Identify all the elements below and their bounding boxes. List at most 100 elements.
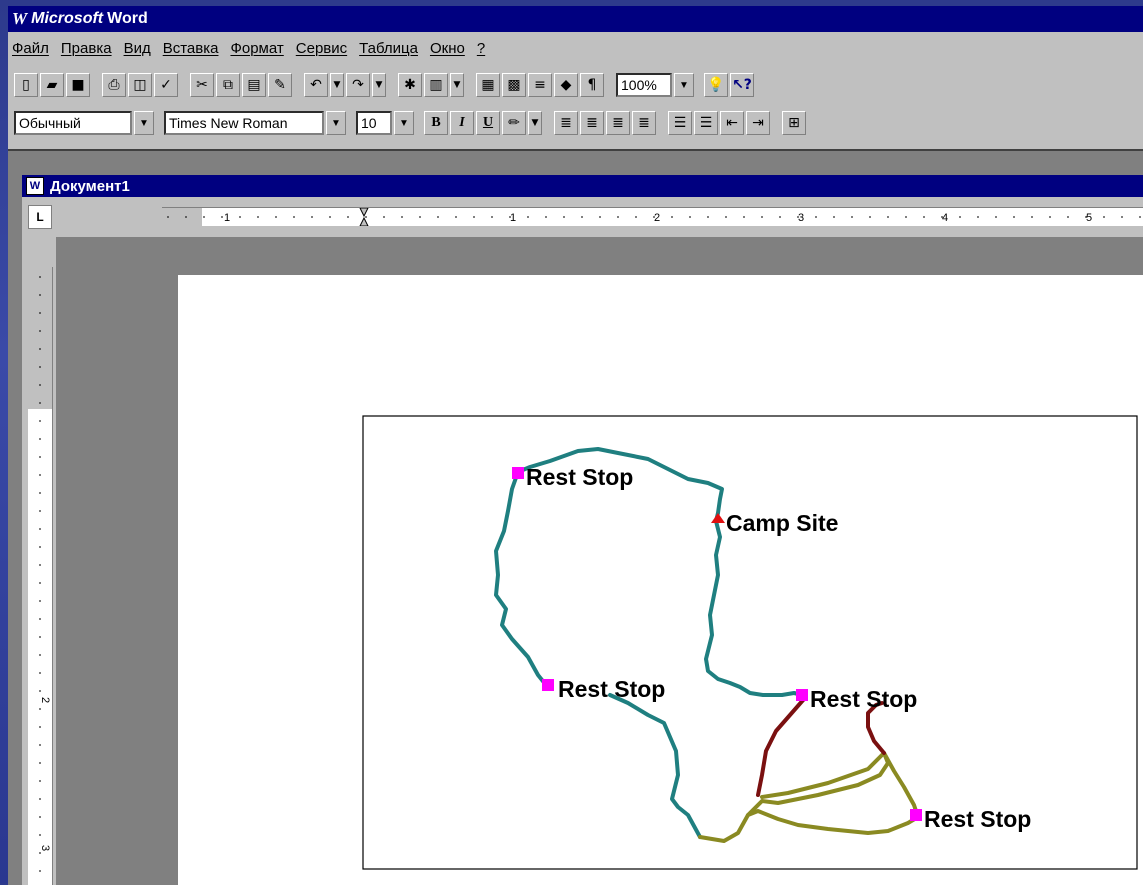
italic-label: I bbox=[459, 115, 465, 130]
show-marks-icon[interactable]: ¶ bbox=[580, 73, 604, 97]
address-book-icon[interactable]: ▥ bbox=[424, 73, 448, 97]
rest-stop-marker-icon bbox=[512, 467, 524, 479]
justify-icon[interactable]: ≣ bbox=[632, 111, 656, 135]
style-select[interactable]: Обычный bbox=[14, 111, 132, 135]
highlight-icon[interactable]: ✏ bbox=[502, 111, 526, 135]
align-center-icon[interactable]: ≣ bbox=[580, 111, 604, 135]
title-bar: W Microsoft Word bbox=[8, 6, 1143, 32]
h-ruler-label: 4 bbox=[942, 212, 948, 224]
paste-icon[interactable]: ▤ bbox=[242, 73, 266, 97]
increase-indent-icon[interactable]: ⇥ bbox=[746, 111, 770, 135]
h-ruler-label: 2 bbox=[654, 212, 660, 224]
autotext-icon[interactable]: ✱ bbox=[398, 73, 422, 97]
menu-help[interactable]: ? bbox=[477, 40, 485, 57]
menu-tools[interactable]: Сервис bbox=[296, 40, 347, 57]
print-icon[interactable]: ⎙ bbox=[102, 73, 126, 97]
horizontal-ruler: L 1 1 2 3 4 5 bbox=[22, 199, 1143, 237]
format-painter-icon[interactable]: ✎ bbox=[268, 73, 292, 97]
tip-wizard-icon[interactable]: 💡 bbox=[704, 73, 728, 97]
insert-table-icon[interactable]: ▦ bbox=[476, 73, 500, 97]
font-value: Times New Roman bbox=[169, 115, 288, 131]
bold-label: B bbox=[431, 115, 441, 130]
copy-icon[interactable]: ⧉ bbox=[216, 73, 240, 97]
zoom-dropdown-icon[interactable]: ▼ bbox=[674, 73, 694, 97]
bullets-icon[interactable]: ☰ bbox=[694, 111, 718, 135]
style-value: Обычный bbox=[19, 115, 81, 131]
redo-dropdown-icon[interactable]: ▼ bbox=[372, 73, 386, 97]
rest-stop-marker-icon bbox=[910, 809, 922, 821]
save-icon[interactable]: ■ bbox=[66, 73, 90, 97]
vruler-ticks: 2 3 bbox=[39, 276, 51, 872]
underline-label: U bbox=[482, 115, 494, 130]
menu-view[interactable]: Вид bbox=[124, 40, 151, 57]
italic-button[interactable]: I bbox=[450, 111, 474, 135]
rest-stop-marker-icon bbox=[542, 679, 554, 691]
menu-format[interactable]: Формат bbox=[230, 40, 283, 57]
document-title: Документ1 bbox=[50, 177, 130, 195]
h-ruler-label: 1 bbox=[510, 212, 516, 224]
font-dropdown-icon[interactable]: ▼ bbox=[326, 111, 346, 135]
map-frame bbox=[362, 415, 1138, 870]
undo-icon[interactable]: ↶ bbox=[304, 73, 328, 97]
highlight-dropdown-icon[interactable]: ▼ bbox=[528, 111, 542, 135]
zoom-value: 100% bbox=[621, 77, 657, 93]
font-size-value: 10 bbox=[361, 115, 377, 131]
underline-button[interactable]: U bbox=[476, 111, 500, 135]
menu-insert[interactable]: Вставка bbox=[163, 40, 219, 57]
open-folder-icon[interactable]: ▰ bbox=[40, 73, 64, 97]
v-ruler-label: 2 bbox=[39, 697, 51, 703]
zoom-input[interactable]: 100% bbox=[616, 73, 672, 97]
size-dropdown-icon[interactable]: ▼ bbox=[394, 111, 414, 135]
help-pointer-icon[interactable]: ↖? bbox=[730, 73, 754, 97]
mdi-workspace: W Документ1 L 1 1 2 3 4 5 2 3 Rest Stop … bbox=[8, 149, 1143, 885]
rest-stop-label: Rest Stop bbox=[526, 464, 633, 490]
ruler-strip[interactable]: 1 1 2 3 4 5 bbox=[162, 207, 1143, 226]
h-ruler-label: 5 bbox=[1086, 212, 1092, 224]
bold-button[interactable]: B bbox=[424, 111, 448, 135]
title-brand: Microsoft bbox=[31, 10, 104, 27]
rest-stop-label: Rest Stop bbox=[810, 686, 917, 712]
align-left-icon[interactable]: ≣ bbox=[554, 111, 578, 135]
menu-edit[interactable]: Правка bbox=[61, 40, 112, 57]
vertical-ruler[interactable]: 2 3 bbox=[28, 267, 53, 885]
borders-icon[interactable]: ⊞ bbox=[782, 111, 806, 135]
standard-toolbar: ▯ ▰ ■ ⎙ ◫ ✓ ✂ ⧉ ▤ ✎ ↶ ▼ ↷ ▼ ✱ ▥ ▼ ▦ ▩ ≡ … bbox=[8, 68, 1143, 102]
align-right-icon[interactable]: ≣ bbox=[606, 111, 630, 135]
formatting-toolbar: Обычный ▼ Times New Roman ▼ 10 ▼ B I U ✏… bbox=[8, 106, 1143, 140]
menu-file[interactable]: Файл bbox=[12, 40, 49, 57]
trail-map-drawing[interactable]: Rest Stop Camp Site Rest Stop Rest Stop … bbox=[178, 275, 1143, 885]
ruler-ticks: 1 1 2 3 4 5 bbox=[167, 208, 1141, 226]
insert-excel-icon[interactable]: ▩ bbox=[502, 73, 526, 97]
h-ruler-label: 3 bbox=[798, 212, 804, 224]
word-logo-icon: W bbox=[12, 9, 28, 28]
tab-selector-icon[interactable]: L bbox=[28, 205, 52, 229]
font-size-select[interactable]: 10 bbox=[356, 111, 392, 135]
columns-icon[interactable]: ≡ bbox=[528, 73, 552, 97]
spelling-icon[interactable]: ✓ bbox=[154, 73, 178, 97]
v-ruler-label: 3 bbox=[39, 845, 51, 851]
rest-stop-label: Rest Stop bbox=[558, 676, 665, 702]
undo-dropdown-icon[interactable]: ▼ bbox=[330, 73, 344, 97]
indent-marker-icon bbox=[359, 208, 369, 218]
print-preview-icon[interactable]: ◫ bbox=[128, 73, 152, 97]
camp-site-label: Camp Site bbox=[726, 510, 838, 536]
font-select[interactable]: Times New Roman bbox=[164, 111, 324, 135]
redo-icon[interactable]: ↷ bbox=[346, 73, 370, 97]
rest-stop-label: Rest Stop bbox=[924, 806, 1031, 832]
menu-table[interactable]: Таблица bbox=[359, 40, 418, 57]
style-dropdown-icon[interactable]: ▼ bbox=[134, 111, 154, 135]
document-canvas: Rest Stop Camp Site Rest Stop Rest Stop … bbox=[56, 237, 1143, 885]
document-icon: W bbox=[26, 177, 44, 195]
document-title-bar: W Документ1 bbox=[22, 175, 1143, 197]
new-document-icon[interactable]: ▯ bbox=[14, 73, 38, 97]
cut-icon[interactable]: ✂ bbox=[190, 73, 214, 97]
document-window: W Документ1 L 1 1 2 3 4 5 2 3 Rest Stop … bbox=[22, 175, 1143, 885]
drawing-icon[interactable]: ◆ bbox=[554, 73, 578, 97]
document-page[interactable]: Rest Stop Camp Site Rest Stop Rest Stop … bbox=[178, 275, 1143, 885]
menu-bar: Файл Правка Вид Вставка Формат Сервис Та… bbox=[8, 34, 1143, 62]
address-dropdown-icon[interactable]: ▼ bbox=[450, 73, 464, 97]
rest-stop-marker-icon bbox=[796, 689, 808, 701]
numbering-icon[interactable]: ☰ bbox=[668, 111, 692, 135]
menu-window[interactable]: Окно bbox=[430, 40, 465, 57]
decrease-indent-icon[interactable]: ⇤ bbox=[720, 111, 744, 135]
